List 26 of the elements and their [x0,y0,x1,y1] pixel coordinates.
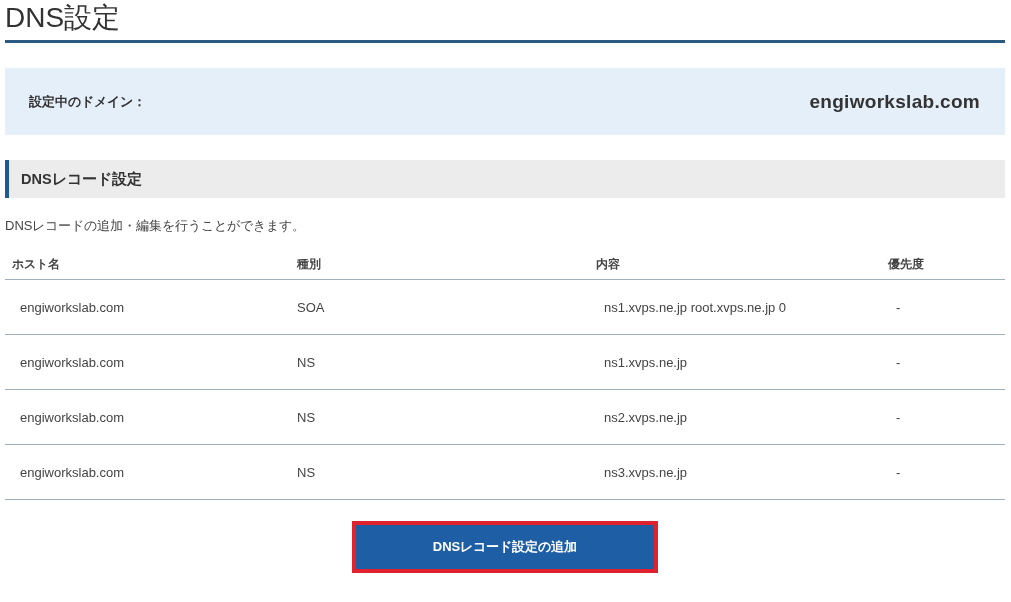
column-header: 内容 [589,250,881,280]
section-description: DNSレコードの追加・編集を行うことができます。 [5,217,307,235]
table-cell: NS [297,390,589,445]
table-cell: NS [297,445,589,500]
table-cell: - [881,335,1005,390]
section-header: DNSレコード設定 [5,160,1005,198]
table-cell: engiworkslab.com [5,280,297,335]
table-cell: engiworkslab.com [5,335,297,390]
table-cell: ns3.xvps.ne.jp [589,445,881,500]
table-cell: SOA [297,280,589,335]
table-cell: engiworkslab.com [5,390,297,445]
domain-label: 設定中のドメイン： [29,92,146,111]
table-cell: engiworkslab.com [5,445,297,500]
table-cell: - [881,280,1005,335]
table-cell: ns2.xvps.ne.jp [589,390,881,445]
table-cell: ns1.xvps.ne.jp [589,335,881,390]
table-cell: ns1.xvps.ne.jp root.xvps.ne.jp 0 [589,280,881,335]
column-header: ホスト名 [5,250,297,280]
table-cell: NS [297,335,589,390]
column-header: 種別 [297,250,589,280]
add-record-button[interactable]: DNSレコード設定の追加 [356,525,654,569]
domain-name: engiworkslab.com [809,90,980,113]
table-cell: - [881,390,1005,445]
table-cell: - [881,445,1005,500]
column-header: 優先度 [881,250,1005,280]
page-title: DNS設定 [5,1,122,35]
